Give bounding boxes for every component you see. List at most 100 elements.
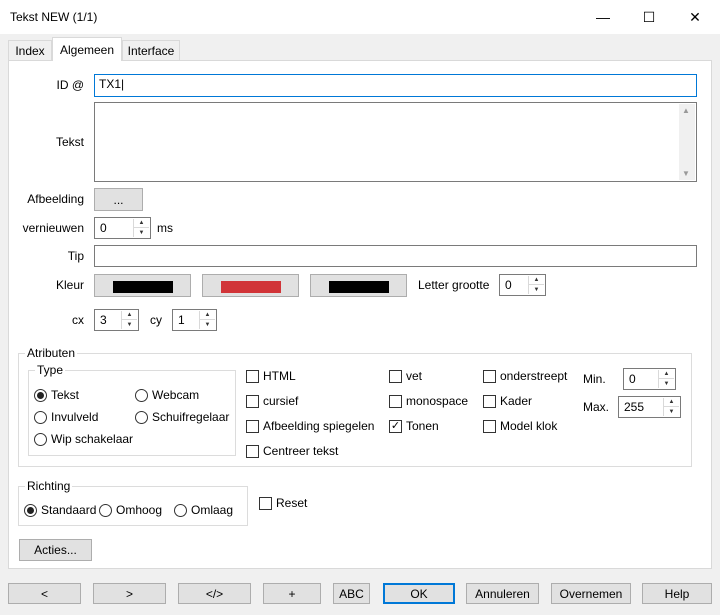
button-label: ABC (339, 586, 364, 601)
tekst-textarea[interactable]: ▲ ▼ (94, 102, 697, 182)
spin-down-icon[interactable]: ▼ (122, 320, 137, 329)
color-swatch (113, 281, 173, 293)
atributen-title: Atributen (25, 346, 78, 360)
checkbox-label: cursief (263, 394, 299, 408)
checkbox-label: onderstreept (500, 369, 568, 383)
check-html[interactable]: HTML (246, 369, 296, 383)
checkbox-label: HTML (263, 369, 296, 383)
spin-down-icon[interactable]: ▼ (664, 407, 679, 416)
letter-grootte-label: Letter grootte (418, 278, 490, 292)
cy-value: 1 (178, 313, 185, 327)
type-radio-invulveld[interactable]: Invulveld (34, 410, 98, 424)
id-input[interactable]: TX1| (94, 74, 697, 97)
tab-index[interactable]: Index (8, 40, 52, 60)
type-radio-wip-schakelaar[interactable]: Wip schakelaar (34, 432, 133, 446)
spin-down-icon[interactable]: ▼ (134, 228, 149, 237)
richting-radio-omhoog[interactable]: Omhoog (99, 503, 162, 517)
radio-icon (135, 388, 148, 402)
spin-up-icon[interactable]: ▲ (664, 398, 679, 407)
minimize-icon: — (596, 9, 610, 25)
tekst-scrollbar[interactable]: ▲ ▼ (679, 104, 695, 180)
checkbox-label: vet (406, 369, 423, 383)
cx-value: 3 (100, 313, 107, 327)
overnemen-button[interactable]: Overnemen (551, 583, 631, 604)
vernieuwen-spinner[interactable]: 0 ▲ ▼ (94, 217, 151, 239)
check-reset[interactable]: Reset (259, 496, 307, 510)
annuleren-button[interactable]: Annuleren (466, 583, 539, 604)
cy-label: cy (150, 313, 162, 327)
tab-algemeen[interactable]: Algemeen (52, 37, 122, 61)
check-onderstreept[interactable]: onderstreept (483, 369, 567, 383)
spin-down-icon[interactable]: ▼ (200, 320, 215, 329)
type-radio-tekst[interactable]: Tekst (34, 388, 79, 402)
prev-button[interactable]: < (8, 583, 81, 604)
radio-label: Webcam (152, 388, 200, 402)
richting-radio-standaard[interactable]: Standaard (24, 503, 96, 517)
checkbox-icon (246, 394, 259, 408)
ok-button[interactable]: OK (383, 583, 455, 604)
spin-up-icon[interactable]: ▲ (134, 219, 149, 228)
checkbox-label: Afbeelding spiegelen (263, 419, 375, 433)
tab-interface[interactable]: Interface (122, 40, 180, 60)
spin-down-icon[interactable]: ▼ (659, 379, 674, 388)
kleur-button-2[interactable] (202, 274, 299, 297)
type-radio-webcam[interactable]: Webcam (135, 388, 199, 402)
spin-up-icon[interactable]: ▲ (529, 276, 544, 285)
color-swatch (221, 281, 281, 293)
spin-up-icon[interactable]: ▲ (659, 370, 674, 379)
check-vet[interactable]: vet (389, 369, 422, 383)
check-model-klok[interactable]: Model klok (483, 419, 557, 433)
checkbox-icon (259, 496, 272, 510)
max-value: 255 (624, 400, 645, 414)
check-monospace[interactable]: monospace (389, 394, 468, 408)
afbeelding-browse-button[interactable]: ... (94, 188, 143, 211)
spin-up-icon[interactable]: ▲ (122, 311, 137, 320)
min-spinner[interactable]: 0 ▲ ▼ (623, 368, 676, 390)
abc-button[interactable]: ABC (333, 583, 370, 604)
richting-title: Richting (25, 479, 73, 493)
richting-radio-omlaag[interactable]: Omlaag (174, 503, 233, 517)
cy-spinner[interactable]: 1 ▲ ▼ (172, 309, 217, 331)
scroll-up-icon[interactable]: ▲ (682, 106, 690, 115)
check-kader[interactable]: Kader (483, 394, 532, 408)
add-button[interactable]: + (263, 583, 321, 604)
cx-spinner[interactable]: 3 ▲ ▼ (94, 309, 139, 331)
check-tonen[interactable]: ✓ Tonen (389, 419, 439, 433)
next-button[interactable]: > (93, 583, 166, 604)
radio-label: Standaard (41, 503, 97, 517)
tab-label: Interface (127, 43, 175, 58)
check-cursief[interactable]: cursief (246, 394, 298, 408)
type-radio-schuifregelaar[interactable]: Schuifregelaar (135, 410, 229, 424)
letter-grootte-spinner[interactable]: 0 ▲ ▼ (499, 274, 546, 296)
kleur-button-3[interactable] (310, 274, 407, 297)
minimize-button[interactable]: — (580, 0, 626, 34)
check-afbeelding-spiegelen[interactable]: Afbeelding spiegelen (246, 419, 374, 433)
tip-label: Tip (67, 249, 84, 263)
tab-label: Algemeen (59, 42, 115, 57)
checkbox-icon (483, 419, 496, 433)
kleur-button-1[interactable] (94, 274, 191, 297)
help-button[interactable]: Help (642, 583, 712, 604)
button-label: OK (410, 586, 428, 601)
vernieuwen-label: vernieuwen (22, 221, 84, 235)
id-value: TX1 (99, 77, 122, 91)
scroll-down-icon[interactable]: ▼ (682, 169, 690, 178)
checkmark-icon: ✓ (389, 419, 402, 433)
spin-down-icon[interactable]: ▼ (529, 285, 544, 294)
checkbox-icon (246, 369, 259, 383)
tip-input[interactable] (94, 245, 697, 267)
radio-icon (34, 432, 47, 446)
maximize-icon: ☐ (642, 8, 656, 25)
maximize-button[interactable]: ☐ (626, 0, 672, 34)
checkbox-label: Centreer tekst (263, 444, 339, 458)
check-centreer-tekst[interactable]: Centreer tekst (246, 444, 338, 458)
spin-up-icon[interactable]: ▲ (200, 311, 215, 320)
button-label: </> (205, 586, 224, 601)
code-button[interactable]: </> (178, 583, 251, 604)
tab-label: Index (15, 43, 45, 58)
acties-label: Acties... (34, 543, 77, 557)
max-spinner[interactable]: 255 ▲ ▼ (618, 396, 681, 418)
close-button[interactable]: ✕ (672, 0, 718, 34)
checkbox-icon (389, 394, 402, 408)
acties-button[interactable]: Acties... (19, 539, 92, 561)
